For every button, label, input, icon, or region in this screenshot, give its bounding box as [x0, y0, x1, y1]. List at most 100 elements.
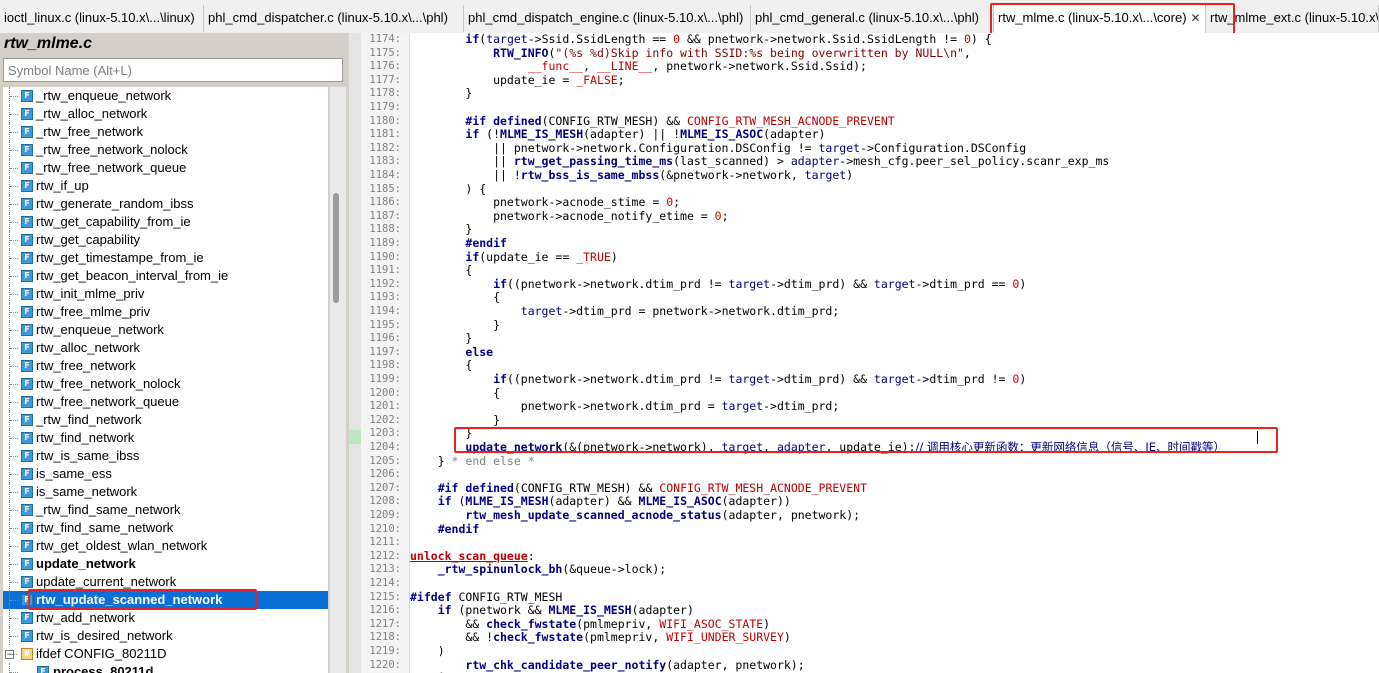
symbol-label: is_same_ess	[36, 466, 112, 481]
code-text: }	[410, 426, 473, 441]
function-icon: F	[21, 198, 33, 210]
symbol-item[interactable]: − # ifdef CONFIG_80211D	[3, 645, 328, 663]
symbol-search-input[interactable]	[3, 58, 343, 82]
symbol-label: rtw_find_same_network	[36, 520, 174, 535]
line-number: 1186:	[369, 196, 401, 209]
function-icon: F	[21, 108, 33, 120]
symbol-item[interactable]: Fprocess_80211d	[3, 663, 328, 673]
symbol-label: rtw_enqueue_network	[36, 322, 164, 337]
code-text: }	[410, 86, 473, 101]
symbol-list-scroll-thumb[interactable]	[333, 193, 339, 303]
symbol-item[interactable]: F _rtw_enqueue_network	[3, 87, 328, 105]
tab-3[interactable]: phl_cmd_dispatch_engine.c (linux-5.10.x\…	[464, 5, 751, 32]
symbol-label: rtw_get_beacon_interval_from_ie	[36, 268, 229, 283]
code-text: _rtw_spinunlock_bh(&queue->lock);	[437, 562, 667, 577]
line-number: 1200:	[369, 386, 401, 399]
symbol-item[interactable]: Frtw_free_mlme_priv	[3, 303, 328, 321]
line-number: 1211:	[369, 536, 401, 549]
symbol-item[interactable]: Frtw_get_beacon_interval_from_ie	[3, 267, 328, 285]
tab-4[interactable]: phl_cmd_general.c (linux-5.10.x\...\phl)	[751, 5, 994, 32]
symbol-item[interactable]: Frtw_enqueue_network	[3, 321, 328, 339]
symbol-item[interactable]: F _rtw_alloc_network	[3, 105, 328, 123]
symbol-list-scrollbar[interactable]	[330, 87, 346, 673]
symbol-item[interactable]: Frtw_if_up	[3, 177, 328, 195]
function-icon: F	[21, 270, 33, 282]
symbol-item[interactable]: F _rtw_free_network_nolock	[3, 141, 328, 159]
code-text: if((pnetwork->network.dtim_prd != target…	[493, 276, 1027, 291]
function-icon: F	[21, 594, 33, 606]
symbol-label: rtw_add_network	[36, 610, 135, 625]
function-icon: F	[21, 252, 33, 264]
function-icon: F	[21, 126, 33, 138]
symbol-item[interactable]: Frtw_is_same_ibss	[3, 447, 328, 465]
symbol-item[interactable]: Fis_same_ess	[3, 465, 328, 483]
symbol-item[interactable]: Frtw_get_capability_from_ie	[3, 213, 328, 231]
tab-label: phl_cmd_dispatch_engine.c (linux-5.10.x\…	[468, 10, 744, 25]
tab-5[interactable]: rtw_mlme.c (linux-5.10.x\...\core) ✕	[994, 3, 1206, 33]
code-text: if (!MLME_IS_MESH(adapter) || !MLME_IS_A…	[465, 127, 826, 142]
function-icon: F	[21, 540, 33, 552]
code-text: #if defined(CONFIG_RTW_MESH) && CONFIG_R…	[437, 480, 868, 495]
tab-2[interactable]: phl_cmd_dispatcher.c (linux-5.10.x\...\p…	[204, 5, 464, 32]
symbol-item[interactable]: Fupdate_current_network	[3, 573, 328, 591]
code-text: #ifdef CONFIG_RTW_MESH	[410, 589, 563, 604]
code-text: } * end else *	[410, 453, 535, 468]
line-number: 1177:	[369, 73, 401, 86]
symbol-label: _rtw_free_network_queue	[36, 160, 187, 175]
symbol-label: update_current_network	[36, 574, 177, 589]
text-caret	[1257, 431, 1258, 444]
line-number: 1208:	[369, 495, 401, 508]
line-number: 1187:	[369, 209, 401, 222]
line-number: 1212:	[369, 549, 401, 562]
symbol-item[interactable]: Frtw_find_same_network	[3, 519, 328, 537]
symbol-item[interactable]: Frtw_alloc_network	[3, 339, 328, 357]
code-text: || !rtw_bss_is_same_mbss(&pnetwork->netw…	[410, 168, 854, 182]
symbol-item[interactable]: Frtw_get_capability	[3, 231, 328, 249]
line-number: 1214:	[369, 577, 401, 589]
symbol-label: rtw_get_capability	[36, 232, 141, 247]
symbol-item[interactable]: Frtw_get_oldest_wlan_network	[3, 537, 328, 555]
symbol-item[interactable]: F _rtw_free_network_queue	[3, 159, 328, 177]
symbol-item[interactable]: F _rtw_find_same_network	[3, 501, 328, 519]
line-number: 1182:	[369, 141, 401, 154]
symbol-item-selected[interactable]: Frtw_update_scanned_network	[3, 591, 328, 609]
code-text: }	[410, 331, 473, 346]
symbol-item[interactable]: Frtw_free_network_queue	[3, 393, 328, 411]
symbol-item[interactable]: Frtw_find_network	[3, 429, 328, 447]
tree-line	[9, 645, 21, 663]
function-icon: F	[21, 576, 33, 588]
function-icon: F	[21, 630, 33, 642]
line-number: 1220:	[369, 658, 401, 671]
symbol-item[interactable]: F _rtw_free_network	[3, 123, 328, 141]
symbol-item[interactable]: Frtw_free_network	[3, 357, 328, 375]
symbol-label: rtw_free_network_queue	[36, 394, 180, 409]
function-icon: F	[21, 234, 33, 246]
line-number: 1181:	[369, 128, 401, 141]
line-number: 1194:	[369, 305, 401, 317]
code-text: update_ie = _FALSE;	[410, 72, 625, 87]
line-number: 1209:	[369, 509, 401, 521]
code-text: || rtw_get_passing_time_ms(last_scanned)…	[410, 154, 1110, 169]
symbol-label: rtw_init_mlme_priv	[36, 286, 145, 301]
symbol-item[interactable]: Fupdate_network	[3, 555, 328, 573]
function-icon: F	[21, 162, 33, 174]
symbol-item[interactable]: F _rtw_find_network	[3, 411, 328, 429]
function-icon: F	[21, 450, 33, 462]
close-icon[interactable]: ✕	[1191, 11, 1201, 25]
symbol-panel: rtw_mlme.c F_rtw_enqueue_networkF_rtw_al…	[0, 33, 349, 673]
line-number: 1196:	[369, 332, 401, 345]
code-text: else	[465, 344, 494, 359]
symbol-item[interactable]: Frtw_init_mlme_priv	[3, 285, 328, 303]
symbol-item[interactable]: Fis_same_network	[3, 483, 328, 501]
tab-6[interactable]: rtw_mlme_ext.c (linux-5.10.x\...\core)	[1206, 5, 1379, 32]
code-text: target->dtim_prd = pnetwork->network.dti…	[520, 304, 840, 318]
tab-1[interactable]: ioctl_linux.c (linux-5.10.x\...\linux)	[0, 5, 204, 32]
symbol-item[interactable]: Frtw_generate_random_ibss	[3, 195, 328, 213]
symbol-item[interactable]: Frtw_get_timestampe_from_ie	[3, 249, 328, 267]
symbol-item[interactable]: Frtw_is_desired_network	[3, 627, 328, 645]
symbol-label: rtw_get_capability_from_ie	[36, 214, 191, 229]
symbol-label: rtw_if_up	[36, 178, 89, 193]
symbol-item[interactable]: Frtw_free_network_nolock	[3, 375, 328, 393]
symbol-item[interactable]: Frtw_add_network	[3, 609, 328, 627]
code-editor[interactable]: 1174: if(target->Ssid.SsidLength == 0 &&…	[349, 33, 1379, 673]
